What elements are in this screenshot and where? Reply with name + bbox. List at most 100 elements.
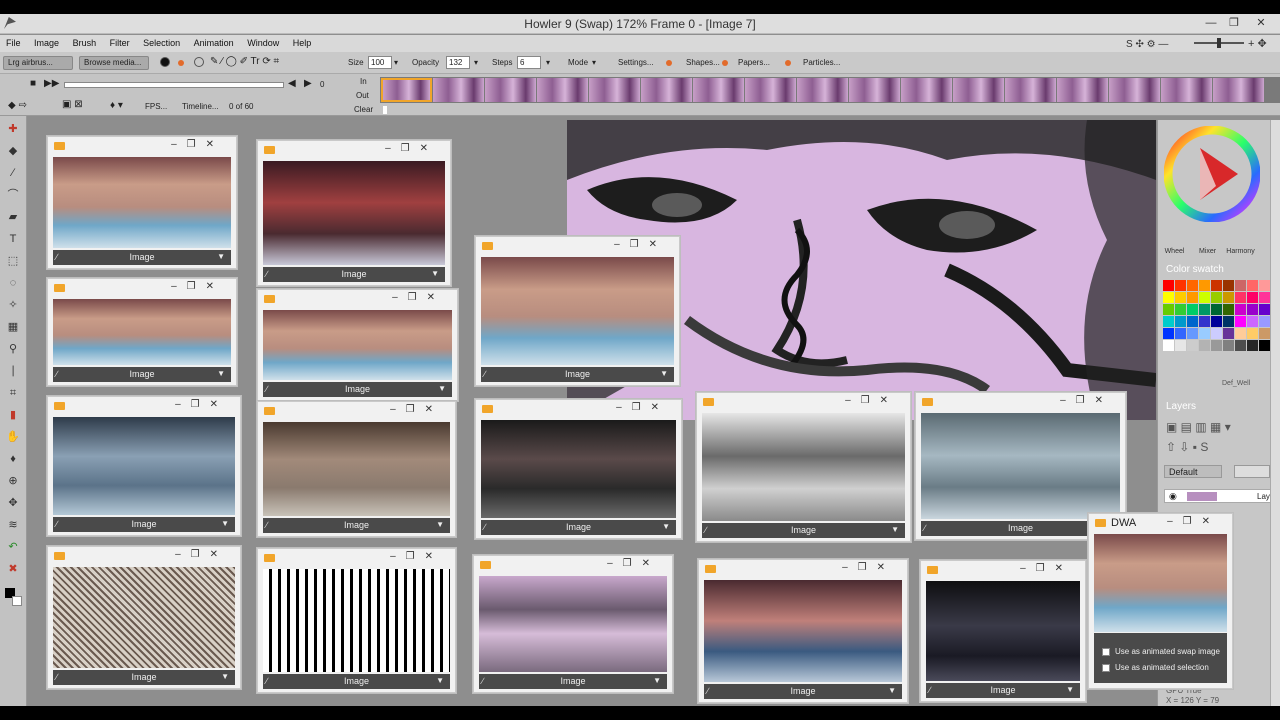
frame-thumbnail[interactable] <box>589 78 640 102</box>
tab-wheel[interactable]: Wheel <box>1158 248 1191 255</box>
window-controls[interactable]: –❐✕ <box>390 551 443 562</box>
opacity-field[interactable]: 132 <box>446 56 470 69</box>
folder-icon[interactable] <box>1095 519 1106 527</box>
window-controls[interactable]: –❐✕ <box>1020 563 1073 574</box>
color-swatch-cell[interactable] <box>1259 280 1270 291</box>
selection-checkbox-row[interactable]: Use as animated selection <box>1102 663 1209 672</box>
opacity-dropdown-icon[interactable]: ▾ <box>474 58 478 67</box>
color-swatch-cell[interactable] <box>1247 304 1258 315</box>
size-field[interactable]: 100 <box>368 56 392 69</box>
image-window[interactable]: –❐✕ ∕ Image ▼ <box>47 396 241 536</box>
image-window-titlebar[interactable]: –❐✕ <box>476 400 681 418</box>
color-swatch-cell[interactable] <box>1199 280 1210 291</box>
selection-checkbox[interactable] <box>1102 663 1110 672</box>
fps-button[interactable]: FPS... <box>145 102 167 111</box>
particles-button[interactable]: Particles... <box>803 58 840 67</box>
menu-selection[interactable]: Selection <box>137 35 185 48</box>
menu-image[interactable]: Image <box>28 35 64 48</box>
timeline-button[interactable]: Timeline... <box>182 102 219 111</box>
image-thumbnail[interactable] <box>921 413 1120 519</box>
color-swatch-cell[interactable] <box>1163 292 1174 303</box>
dropdown-icon[interactable]: ▼ <box>436 520 444 529</box>
image-window[interactable]: –❐✕ ∕ Image ▼ <box>47 546 241 689</box>
zoom-slider[interactable]: S ✣ ⚙ — + ✥ <box>1124 36 1274 53</box>
dropdown-icon[interactable]: ▼ <box>438 384 446 393</box>
mode-dropdown-icon[interactable]: ▾ <box>592 58 596 67</box>
transform-tool-icon[interactable]: ⊕ <box>6 474 20 488</box>
color-swatch-cell[interactable] <box>1175 304 1186 315</box>
tab-mixer[interactable]: Mixer <box>1191 248 1224 255</box>
color-swatch-cell[interactable] <box>1235 328 1246 339</box>
brush-tip-icon[interactable] <box>160 57 170 67</box>
maximize-button[interactable]: ❐ <box>1221 16 1247 30</box>
folder-icon[interactable] <box>482 242 493 250</box>
folder-icon[interactable] <box>927 566 938 574</box>
color-swatch-cell[interactable] <box>1247 328 1258 339</box>
color-swatch-cell[interactable] <box>1223 280 1234 291</box>
image-window[interactable]: –❐✕ ∕ Image ▼ <box>475 236 680 386</box>
image-window-footer[interactable]: ∕ Image ▼ <box>263 674 450 689</box>
frame-thumbnail[interactable] <box>641 78 692 102</box>
image-window[interactable]: –❐✕ ∕ Image ▼ <box>257 401 456 537</box>
frame-thumbnail[interactable] <box>1109 78 1160 102</box>
image-window[interactable]: –❐✕ ∕ Image ▼ <box>473 555 673 693</box>
window-controls[interactable]: –❐✕ <box>842 562 895 573</box>
dwa-titlebar[interactable]: DWA –❐✕ <box>1089 514 1232 532</box>
color-swatch-cell[interactable] <box>1223 316 1234 327</box>
menu-window[interactable]: Window <box>241 35 284 48</box>
next-frame-icon[interactable]: ▶ <box>304 78 312 89</box>
canvas-vertical-scrollbar[interactable] <box>1270 120 1280 706</box>
color-wheel[interactable] <box>1164 126 1260 222</box>
color-swatch-cell[interactable] <box>1235 292 1246 303</box>
brush-preset-select[interactable]: Lrg airbrus... <box>3 56 73 70</box>
color-swatch-cell[interactable] <box>1187 304 1198 315</box>
layer-opacity-field[interactable] <box>1234 465 1270 478</box>
menu-help[interactable]: Help <box>287 35 317 48</box>
color-swatch-cell[interactable] <box>1247 280 1258 291</box>
image-window-footer[interactable]: ∕ Image ▼ <box>704 684 902 699</box>
image-window-titlebar[interactable]: –❐✕ <box>48 547 240 565</box>
window-controls[interactable]: –❐✕ <box>171 281 224 292</box>
play-icon[interactable]: ▶▶ <box>44 78 59 89</box>
color-swatch-cell[interactable] <box>1199 328 1210 339</box>
mode-label[interactable]: Mode <box>568 58 588 67</box>
color-swatch-cell[interactable] <box>1163 304 1174 315</box>
image-window-titlebar[interactable]: –❐✕ <box>258 290 457 308</box>
image-window-titlebar[interactable]: –❐✕ <box>48 137 236 155</box>
color-swatch-cell[interactable] <box>1187 280 1198 291</box>
swap-checkbox[interactable] <box>1102 647 1110 656</box>
onion-skin-icon[interactable]: ◆ ⇨ <box>8 100 27 111</box>
layer-move-icons[interactable]: ⇧ ⇩ ▪ S <box>1166 440 1208 454</box>
dropdown-icon[interactable]: ▼ <box>221 672 229 681</box>
color-swatch-cell[interactable] <box>1211 316 1222 327</box>
lasso-icon[interactable]: ◌ <box>6 276 20 290</box>
menu-file[interactable]: File <box>0 35 26 48</box>
image-window-titlebar[interactable]: –❐✕ <box>697 393 910 411</box>
dropdown-icon[interactable]: ▼ <box>891 525 899 534</box>
color-swatch-cell[interactable] <box>1223 304 1234 315</box>
folder-icon[interactable] <box>264 295 275 303</box>
dropdown-icon[interactable]: ▼ <box>662 522 670 531</box>
image-thumbnail[interactable] <box>53 157 231 248</box>
window-controls[interactable]: –❐✕ <box>175 549 228 560</box>
frame-thumbnail[interactable] <box>901 78 952 102</box>
image-window-footer[interactable]: ∕ Image ▼ <box>263 518 450 533</box>
image-window-titlebar[interactable]: –❐✕ <box>699 560 907 578</box>
stop-icon[interactable]: ■ <box>30 78 36 89</box>
image-window-titlebar[interactable]: –❐✕ <box>48 279 236 297</box>
frame-mode-icons[interactable]: ▣ ⊠ <box>62 99 83 110</box>
image-window[interactable]: –❐✕ ∕ Image ▼ <box>47 278 237 386</box>
image-thumbnail[interactable] <box>263 310 452 380</box>
image-window-titlebar[interactable]: –❐✕ <box>921 561 1085 579</box>
color-swatch-cell[interactable] <box>1199 292 1210 303</box>
menu-brush[interactable]: Brush <box>67 35 102 48</box>
swap-checkbox-row[interactable]: Use as animated swap image <box>1102 647 1220 656</box>
color-swatch-cell[interactable] <box>1163 328 1174 339</box>
dropdown-icon[interactable]: ▼ <box>217 252 225 261</box>
image-thumbnail[interactable] <box>926 581 1080 681</box>
brush-color-icon[interactable] <box>178 60 184 66</box>
window-controls[interactable]: –❐✕ <box>175 399 228 410</box>
image-window-footer[interactable]: ∕ Image ▼ <box>53 517 235 532</box>
color-swatch-cell[interactable] <box>1259 304 1270 315</box>
color-swatch-cell[interactable] <box>1259 340 1270 351</box>
